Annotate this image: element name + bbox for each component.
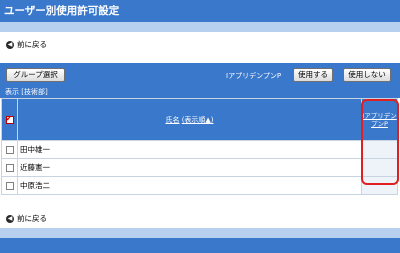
app-permission-cell[interactable] — [361, 176, 398, 195]
group-select-button[interactable]: グループ選択 — [6, 68, 65, 82]
app-permission-cell[interactable] — [361, 158, 398, 177]
name-header-label[interactable]: 氏名 — [165, 116, 179, 124]
table-row: 中原浩二 — [1, 176, 398, 195]
toolbar-panel: グループ選択 IアプリデンプンP 使用する 使用しない 表示 [技術部] — [0, 63, 400, 98]
table-header-row: 氏名 (表示順▲) IアプリデンプンP — [1, 98, 398, 141]
table-row: 近藤憲一 — [1, 158, 398, 177]
footer-bar — [0, 238, 400, 253]
app-permission-cell[interactable] — [361, 140, 398, 159]
row-check-cell — [1, 158, 18, 177]
app-header: IアプリデンプンP — [361, 98, 398, 141]
select-all-checkbox[interactable] — [5, 114, 14, 124]
row-checkbox[interactable] — [5, 163, 14, 172]
back-link-label: 前に戻る — [17, 40, 47, 49]
back-link-top[interactable]: ◀ 前に戻る — [6, 39, 47, 50]
user-name: 近藤憲一 — [17, 158, 362, 177]
row-checkbox[interactable] — [5, 145, 14, 154]
app-name-label: IアプリデンプンP — [226, 72, 282, 80]
select-all-cell — [1, 98, 18, 141]
row-check-cell — [1, 176, 18, 195]
display-group-label: 表示 [技術部] — [5, 88, 48, 96]
row-checkbox[interactable] — [5, 181, 14, 190]
user-name: 田中雄一 — [17, 140, 362, 159]
header-stripe — [0, 22, 400, 32]
app-header-label[interactable]: IアプリデンプンP — [362, 112, 397, 128]
no-use-button[interactable]: 使用しない — [343, 68, 391, 82]
back-arrow-icon: ◀ — [6, 40, 14, 49]
row-check-cell — [1, 140, 18, 159]
user-name: 中原浩二 — [17, 176, 362, 195]
user-table: 氏名 (表示順▲) IアプリデンプンP 田中雄一 近藤憲一 中原浩二 — [1, 98, 398, 195]
back-arrow-icon: ◀ — [6, 214, 14, 223]
footer-stripe — [0, 228, 400, 238]
back-link-bottom[interactable]: ◀ 前に戻る — [6, 213, 47, 224]
sort-order-link[interactable]: (表示順▲) — [182, 116, 214, 124]
table-row: 田中雄一 — [1, 140, 398, 159]
back-link-label: 前に戻る — [17, 214, 47, 223]
name-header: 氏名 (表示順▲) — [17, 98, 362, 141]
page-title: ユーザー別使用許可設定 — [0, 0, 400, 22]
use-button[interactable]: 使用する — [293, 68, 333, 82]
